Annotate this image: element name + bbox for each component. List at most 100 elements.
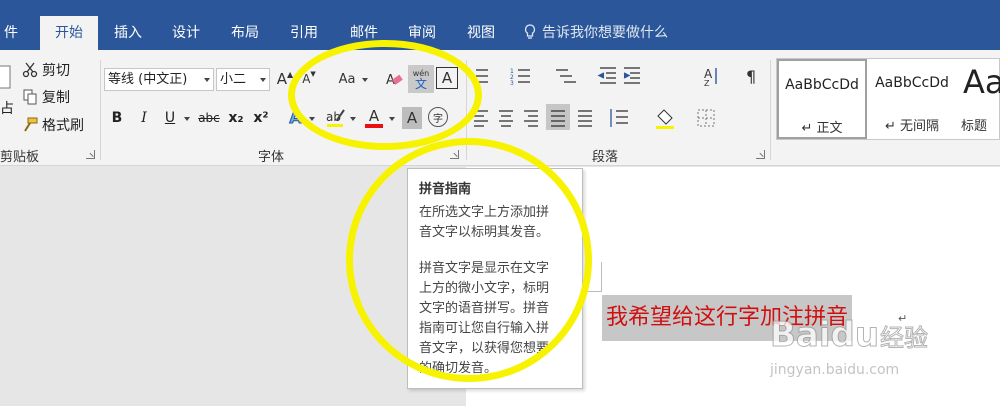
sort-icon[interactable]: AZ xyxy=(704,67,717,88)
font-color-button[interactable]: A xyxy=(364,106,384,130)
chevron-down-icon xyxy=(260,78,266,82)
text-effects-button[interactable]: A xyxy=(286,108,306,129)
tell-me-search[interactable]: 告诉我你想要做什么 xyxy=(524,16,668,50)
tooltip-line: 音文字，以获得您想要 xyxy=(419,341,550,356)
shrink-font-label: A xyxy=(302,72,311,86)
tooltip-line: 拼音文字是显示在文字 xyxy=(419,261,550,276)
tab-layout[interactable]: 布局 xyxy=(221,16,269,50)
font-size-value: 小二 xyxy=(220,72,247,87)
scissors-icon xyxy=(22,62,38,78)
bullets-icon[interactable] xyxy=(476,69,488,83)
svg-text:Z: Z xyxy=(704,79,710,88)
paragraph-mark: ↵ xyxy=(898,312,908,325)
tooltip-line: 的确切发音。 xyxy=(419,361,498,376)
change-case-dropdown-icon[interactable] xyxy=(362,78,368,82)
caret-up-icon: ▲ xyxy=(287,69,294,79)
font-color-label: A xyxy=(368,107,380,125)
highlight-dropdown-icon[interactable] xyxy=(350,117,356,121)
style-no-spacing[interactable]: AaBbCcDd ↵ 无间隔 xyxy=(869,59,955,139)
svg-text:¶: ¶ xyxy=(746,67,756,86)
tab-review[interactable]: 审阅 xyxy=(398,16,446,50)
borders-icon[interactable] xyxy=(697,109,715,127)
tab-home[interactable]: 开始 xyxy=(40,16,98,50)
font-name-value: 等线 (中文正) xyxy=(108,72,188,87)
phonetic-guide-char: 文 xyxy=(414,77,427,91)
align-left-icon[interactable] xyxy=(474,110,488,127)
paragraph-group-label: 段落 xyxy=(592,150,619,165)
phonetic-guide-tooltip: 拼音指南 在所选文字上方添加拼 音文字以标明其发音。 拼音文字是显示在文字 上方… xyxy=(407,168,583,389)
font-group-label: 字体 xyxy=(258,150,285,165)
clipboard-group-label: 剪贴板 xyxy=(0,150,40,165)
cut-label: 剪切 xyxy=(42,63,70,79)
subscript-button[interactable]: x₂ xyxy=(226,108,246,128)
svg-text:3: 3 xyxy=(510,80,514,87)
change-case-label: Aa xyxy=(338,71,356,87)
style-no-spacing-name: ↵ 无间隔 xyxy=(884,119,940,134)
align-right-icon[interactable] xyxy=(524,110,538,127)
strikethrough-button[interactable]: abc xyxy=(196,108,222,128)
style-normal-name: ↵ 正文 xyxy=(801,121,843,136)
change-case-button[interactable]: Aa xyxy=(334,68,360,90)
group-divider xyxy=(770,60,771,160)
tab-mailings[interactable]: 邮件 xyxy=(340,16,388,50)
shading-icon[interactable] xyxy=(656,109,674,129)
tab-design[interactable]: 设计 xyxy=(162,16,210,50)
tab-view[interactable]: 视图 xyxy=(457,16,505,50)
underline-dropdown-icon[interactable] xyxy=(184,117,190,121)
align-center-icon[interactable] xyxy=(499,110,513,127)
tooltip-line: 上方的微小文字，标明 xyxy=(419,281,550,296)
ribbon-tab-bar: 件 开始 插入 设计 布局 引用 邮件 审阅 视图 告诉我你想要做什么 xyxy=(0,4,1000,50)
font-color-swatch xyxy=(365,124,383,128)
clear-formatting-button[interactable]: A xyxy=(383,67,405,91)
copy-label: 复制 xyxy=(42,90,70,106)
italic-button[interactable]: I xyxy=(134,108,154,128)
bold-button[interactable]: B xyxy=(107,108,127,128)
format-painter-button[interactable]: 格式刷 xyxy=(22,115,84,137)
grow-font-button[interactable]: A ▲ xyxy=(276,68,294,90)
show-marks-icon[interactable]: ¶ xyxy=(746,67,756,86)
paste-label: 占 xyxy=(0,101,14,117)
style-heading-name: 标题 xyxy=(961,119,988,134)
style-heading[interactable]: Aa 标题 xyxy=(957,59,1000,139)
paste-icon xyxy=(0,65,11,89)
numbering-icon[interactable]: 123 xyxy=(510,68,530,87)
character-border-button[interactable]: A xyxy=(436,67,458,89)
font-name-combo[interactable]: 等线 (中文正) xyxy=(104,68,214,91)
shrink-font-button[interactable]: A ▼ xyxy=(300,68,318,90)
lightbulb-icon xyxy=(524,24,536,39)
enclose-characters-label: 字 xyxy=(433,113,443,125)
style-heading-sample: Aa xyxy=(963,63,1000,101)
line-spacing-icon[interactable] xyxy=(610,109,628,127)
style-normal[interactable]: AaBbCcDd ↵ 正文 xyxy=(777,59,867,139)
chevron-down-icon xyxy=(204,78,210,82)
tooltip-title: 拼音指南 xyxy=(419,182,472,197)
clipboard-launcher-icon[interactable] xyxy=(86,150,95,159)
copy-button[interactable]: 复制 xyxy=(22,87,70,109)
phonetic-guide-button[interactable]: wén 文 xyxy=(408,65,434,93)
cut-button[interactable]: 剪切 xyxy=(22,60,70,82)
paste-button[interactable] xyxy=(0,62,12,92)
decrease-indent-icon[interactable] xyxy=(597,67,616,84)
tab-insert[interactable]: 插入 xyxy=(104,16,152,50)
text-effects-dropdown-icon[interactable] xyxy=(309,117,315,121)
grow-font-label: A xyxy=(276,70,288,88)
underline-button[interactable]: U xyxy=(160,108,180,128)
font-launcher-icon[interactable] xyxy=(450,150,459,159)
enclose-characters-button[interactable]: 字 xyxy=(428,107,448,127)
text-highlight-button[interactable]: ab xyxy=(324,107,346,129)
tooltip-line: 文字的语音拼写。拼音 xyxy=(419,301,550,316)
increase-indent-icon[interactable] xyxy=(623,67,640,84)
tab-file[interactable]: 件 xyxy=(0,16,22,50)
superscript-button[interactable]: x² xyxy=(251,108,271,128)
copy-icon xyxy=(23,89,37,105)
font-color-dropdown-icon[interactable] xyxy=(389,117,395,121)
distributed-icon[interactable] xyxy=(578,110,592,127)
character-border-label: A xyxy=(441,69,453,87)
group-divider xyxy=(466,60,467,160)
font-size-combo[interactable]: 小二 xyxy=(216,68,270,91)
paragraph-launcher-icon[interactable] xyxy=(756,150,765,159)
selected-document-text[interactable]: 我希望给这行字加注拼音 xyxy=(602,295,853,341)
tab-references[interactable]: 引用 xyxy=(280,16,328,50)
multilevel-list-icon[interactable] xyxy=(556,69,576,83)
character-shading-button[interactable]: A xyxy=(402,107,422,129)
